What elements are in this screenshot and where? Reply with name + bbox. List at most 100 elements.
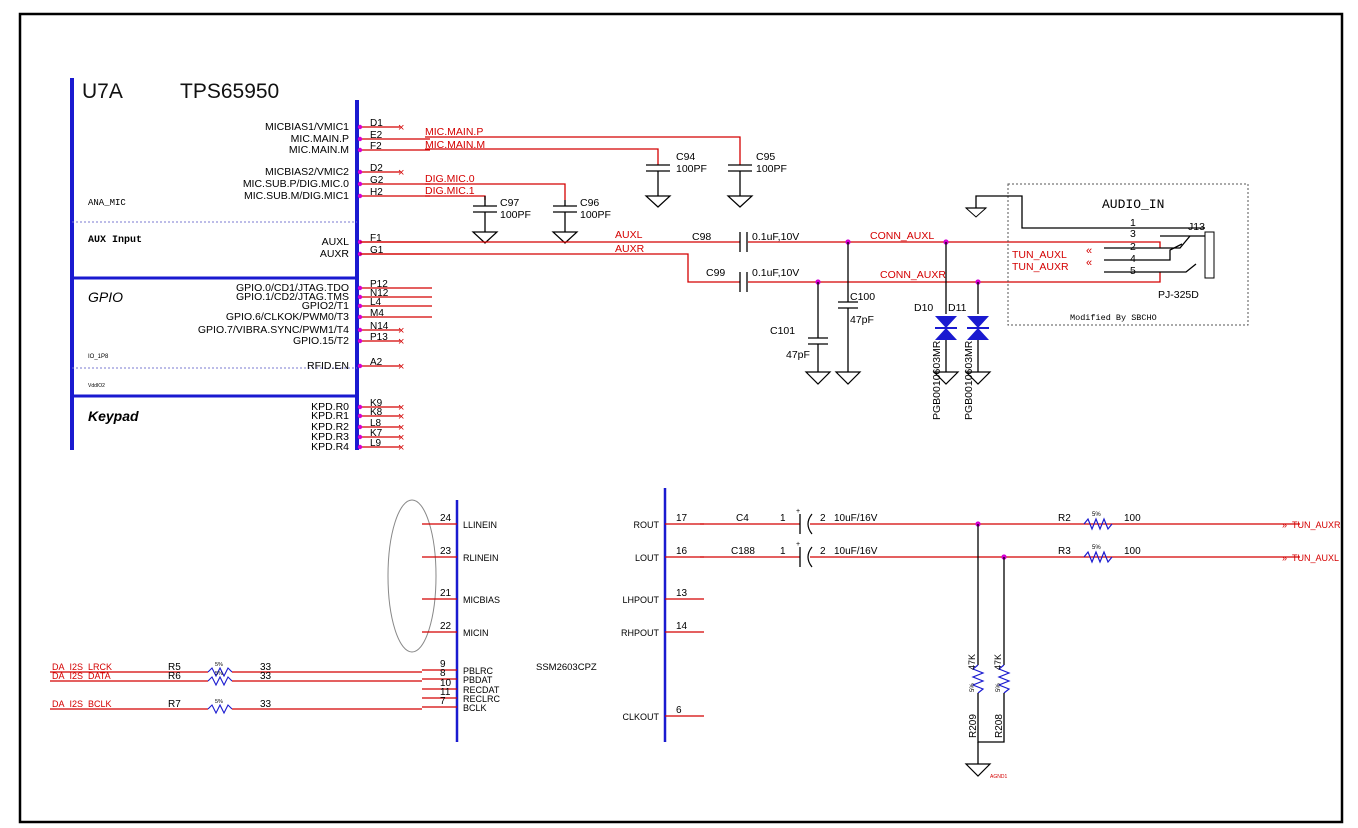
ssm-left-pin-number: 7 (440, 696, 446, 707)
i2s-net: DA_I2S_BCLK (52, 699, 112, 709)
c96-value: 100PF (580, 209, 611, 221)
net-conn-auxl: CONN_AUXL (870, 230, 934, 242)
c96-ref: C96 (580, 197, 599, 209)
tun-auxl-arrow-icon: « (1086, 245, 1092, 257)
c98-value: 0.1uF,10V (752, 231, 799, 243)
ssm-part: SSM2603CPZ (536, 662, 597, 673)
c4-ref: C4 (736, 513, 749, 524)
cap-c94: C94 100PF (644, 151, 707, 208)
u7a-pin-row: AUXR G1 (320, 245, 430, 260)
out-net-tun-auxl: TUN_AUXL (1292, 553, 1339, 563)
c99-value: 0.1uF,10V (752, 267, 799, 279)
ssm-left-pin-number: 21 (440, 588, 452, 599)
r209-tol: 5% (970, 683, 976, 692)
output-paths: + C4 1 2 10uF/16V + C188 1 2 10uF/16V R2… (700, 508, 1341, 780)
resistor-icon (207, 703, 233, 715)
out-net-tun-auxr: TUN_AUXR (1292, 520, 1341, 530)
ssm-left-pin: 21 MICBIAS (422, 588, 500, 605)
ssm-right-pin-number: 13 (676, 588, 688, 599)
r209-ref: R209 (968, 714, 979, 738)
ssm-left-pin-name: LLINEIN (463, 520, 497, 530)
d10-part: PGB0010603MR (931, 340, 943, 420)
ssm-left-pin-name: MICBIAS (463, 595, 500, 605)
resistor-icon (207, 675, 233, 687)
no-connect-icon: × (398, 167, 404, 179)
i2s-res-tol: 5% (215, 662, 223, 668)
u7a-pin-row: MICBIAS1/VMIC1 D1 × (265, 118, 404, 134)
ssm-left-pin-number: 24 (440, 513, 452, 524)
conn-pin-4: 4 (1130, 253, 1136, 265)
cap-c99: C99 0.1uF,10V (706, 267, 799, 292)
i2s-nets: DA_I2S_LRCK R5 5% 33DA_I2S_DATA R6 5% 33DA_I2S… (50, 662, 422, 715)
r3-tol: 5% (1092, 545, 1101, 551)
ssm-left-pin-name: RLINEIN (463, 553, 499, 563)
u7a-pin-row: MICBIAS2/VMIC2 D2 × (265, 163, 404, 179)
ssm-left-pin-number: 23 (440, 546, 452, 557)
i2s-net: DA_I2S_DATA (52, 671, 111, 681)
net-auxr: AUXR (615, 243, 645, 255)
section-io: IO_1P8 (88, 354, 109, 360)
u7a-pin-signal: RFID.EN (307, 360, 349, 372)
connector-part: PJ-325D (1158, 289, 1199, 301)
r209-value: 47K (967, 654, 977, 670)
audio-in-connector: AUDIO_IN J13 1 3 2 4 5 TUN_AUXL TUN_AUXR… (964, 183, 1249, 326)
no-connect-icon: × (398, 336, 404, 348)
net-tun-auxr: TUN_AUXR (1012, 261, 1069, 273)
u7a-pin-signal: AUXR (320, 248, 350, 260)
net-mic-main-m: MIC.MAIN.M (425, 139, 485, 151)
u7a-pin-signal: MICBIAS2/VMIC2 (265, 166, 349, 178)
c188-pin2: 2 (820, 546, 826, 557)
c4-value: 10uF/16V (834, 513, 878, 524)
grouping-ellipse (387, 499, 437, 653)
c4-pin2: 2 (820, 513, 826, 524)
ssm-right-pin-name: LHPOUT (622, 595, 659, 605)
u7a-pin-list: MICBIAS1/VMIC1 D1 ×MIC.MAIN.P E2MIC.MAIN.M F… (198, 118, 432, 454)
section-vdd: VddIO2 (88, 383, 105, 389)
i2s-res-ref: R7 (168, 699, 181, 710)
u7a-part: TPS65950 (180, 80, 279, 103)
ssm-right-pin-name: LOUT (635, 553, 660, 563)
svg-text:+: + (796, 508, 800, 515)
ssm-left-pin: 24 LLINEIN (422, 513, 497, 530)
r2-value: 100 (1124, 513, 1141, 524)
net-dig-mic-0: DIG.MIC.0 (425, 173, 475, 185)
ssm-right-pin-name: RHPOUT (621, 628, 660, 638)
u7a-pin-signal: MIC.MAIN.M (289, 144, 349, 156)
u7a-pin-row: MIC.MAIN.P E2 (291, 130, 430, 145)
ssm-right-pin-number: 17 (676, 513, 688, 524)
c94-value: 100PF (676, 163, 707, 175)
ssm-right-pin: 13 LHPOUT (622, 588, 704, 605)
d10-ref: D10 (914, 302, 933, 314)
i2s-res-tol: 5% (215, 699, 223, 705)
tun-auxl-out-arrow-icon: » (1282, 553, 1287, 563)
r2-ref: R2 (1058, 513, 1071, 524)
connector-ref: J13 (1188, 221, 1205, 233)
conn-pin-3: 3 (1130, 228, 1136, 240)
ssm-right-pin-number: 6 (676, 705, 682, 716)
ssm-left-pin-name: MICIN (463, 628, 489, 638)
diode-d11: D11 PGB0010603MR (948, 282, 992, 420)
r3-value: 100 (1124, 546, 1141, 557)
i2s-res-value: 33 (260, 699, 272, 710)
u7a-pin-row: GPIO2/T1 L4 (302, 297, 432, 312)
d11-ref: D11 (948, 302, 967, 314)
i2s-res-value: 33 (260, 671, 272, 682)
schematic-canvas: U7A TPS65950 ANA_MIC AUX Input GPIO IO_1… (18, 12, 1344, 824)
c188-ref: C188 (731, 546, 755, 557)
u7a-pin-signal: GPIO.6/CLKOK/PWM0/T3 (226, 311, 349, 323)
connector-note: Modified By SBCHO (1070, 313, 1157, 323)
conn-pin-2: 2 (1130, 241, 1136, 253)
c97-ref: C97 (500, 197, 519, 209)
no-connect-icon: × (398, 361, 404, 373)
ssm-right-pins: 17 ROUT 16 LOUT 13 LHPOUT 14 RHPOUT 6 CLKOUT (621, 513, 704, 722)
cap-c100: C100 47pF (834, 242, 875, 385)
c98-ref: C98 (692, 231, 711, 243)
svg-text:+: + (796, 541, 800, 548)
ssm-left-pin-number: 22 (440, 621, 452, 632)
section-aux-input: AUX Input (88, 235, 142, 246)
u7a-ref: U7A (82, 80, 123, 103)
cap-c96: C96 100PF (551, 197, 611, 244)
ssm-left-pin-name: BCLK (463, 703, 487, 713)
u7a-pin-signal: GPIO.15/T2 (293, 335, 349, 347)
tun-auxr-out-arrow-icon: » (1282, 520, 1287, 530)
